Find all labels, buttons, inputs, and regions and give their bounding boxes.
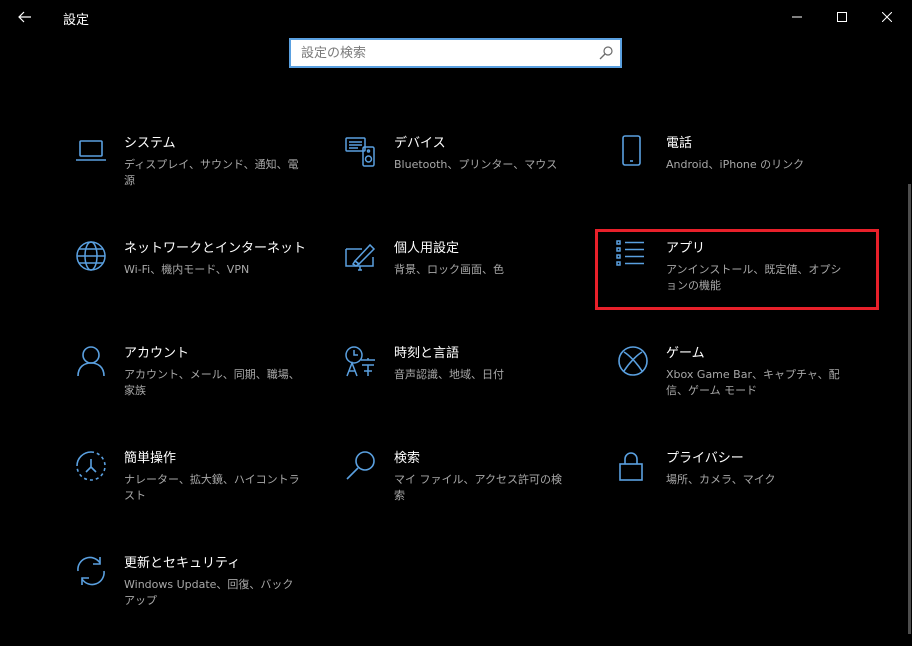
category-title: プライバシー [666, 451, 744, 466]
category-title: 時刻と言語 [394, 346, 460, 361]
time-language-icon [344, 345, 378, 379]
category-system[interactable]: システム ディスプレイ、サウンド、通知、電源 [74, 135, 344, 215]
category-privacy[interactable]: プライバシー 場所、カメラ、マイク [616, 450, 886, 530]
category-description: 場所、カメラ、マイク [666, 473, 776, 486]
apps-list-icon [616, 240, 650, 274]
devices-icon [344, 135, 378, 169]
close-icon [882, 12, 892, 22]
laptop-icon [74, 135, 108, 169]
category-title: デバイス [394, 136, 446, 151]
category-ease-of-access[interactable]: 簡単操作 ナレーター、拡大鏡、ハイコントラスト [74, 450, 344, 530]
arrow-left-icon [18, 11, 31, 23]
sync-icon [74, 555, 108, 589]
category-description: 背景、ロック画面、色 [394, 263, 504, 276]
maximize-button[interactable] [819, 0, 865, 34]
search-box[interactable] [289, 38, 622, 68]
category-description: Xbox Game Bar、キャプチャ、配信、ゲーム モード [666, 368, 840, 397]
lock-icon [616, 450, 650, 484]
category-title: ゲーム [666, 346, 705, 361]
category-devices[interactable]: デバイス Bluetooth、プリンター、マウス [344, 135, 614, 215]
scrollbar[interactable] [908, 184, 911, 634]
category-apps[interactable]: アプリ アンインストール、既定値、オプションの機能 [616, 240, 886, 320]
category-description: ナレーター、拡大鏡、ハイコントラスト [124, 473, 300, 502]
minimize-icon [792, 16, 802, 18]
category-update-security[interactable]: 更新とセキュリティ Windows Update、回復、バックアップ [74, 555, 344, 635]
category-search[interactable]: 検索 マイ ファイル、アクセス許可の検索 [344, 450, 614, 530]
globe-icon [74, 240, 108, 274]
category-gaming[interactable]: ゲーム Xbox Game Bar、キャプチャ、配信、ゲーム モード [616, 345, 886, 425]
category-title: アカウント [124, 346, 190, 361]
search-magnifier-icon [344, 450, 378, 484]
category-title: 電話 [666, 136, 693, 151]
category-description: マイ ファイル、アクセス許可の検索 [394, 473, 562, 502]
category-title: アプリ [666, 241, 706, 256]
category-description: Android、iPhone のリンク [666, 158, 805, 171]
category-title: ネットワークとインターネット [124, 241, 307, 256]
window-title: 設定 [63, 13, 90, 28]
search-icon[interactable] [598, 45, 614, 61]
phone-icon [616, 135, 650, 169]
category-title: 更新とセキュリティ [124, 556, 241, 571]
category-time-language[interactable]: 時刻と言語 音声認識、地域、日付 [344, 345, 614, 425]
category-description: Windows Update、回復、バックアップ [124, 578, 294, 607]
category-description: アカウント、メール、同期、職場、家族 [124, 368, 300, 397]
person-icon [74, 345, 108, 379]
ease-of-access-icon [74, 450, 108, 484]
category-title: 簡単操作 [124, 451, 177, 466]
back-button[interactable] [8, 3, 42, 31]
title-bar: 設定 [0, 0, 912, 34]
category-network[interactable]: ネットワークとインターネット Wi-Fi、機内モード、VPN [74, 240, 344, 320]
category-description: 音声認識、地域、日付 [394, 368, 504, 381]
xbox-icon [616, 345, 650, 379]
category-accounts[interactable]: アカウント アカウント、メール、同期、職場、家族 [74, 345, 344, 425]
category-title: システム [124, 136, 176, 151]
category-phone[interactable]: 電話 Android、iPhone のリンク [616, 135, 886, 215]
search-input[interactable] [291, 40, 591, 66]
maximize-icon [837, 12, 847, 22]
category-title: 個人用設定 [394, 241, 460, 256]
category-title: 検索 [394, 451, 421, 466]
close-button[interactable] [864, 0, 910, 34]
paint-monitor-icon [344, 240, 378, 274]
category-description: Wi-Fi、機内モード、VPN [124, 263, 250, 276]
category-description: ディスプレイ、サウンド、通知、電源 [124, 158, 299, 187]
minimize-button[interactable] [774, 0, 820, 34]
category-description: Bluetooth、プリンター、マウス [394, 158, 558, 171]
category-personalization[interactable]: 個人用設定 背景、ロック画面、色 [344, 240, 614, 320]
category-description: アンインストール、既定値、オプションの機能 [666, 263, 842, 292]
